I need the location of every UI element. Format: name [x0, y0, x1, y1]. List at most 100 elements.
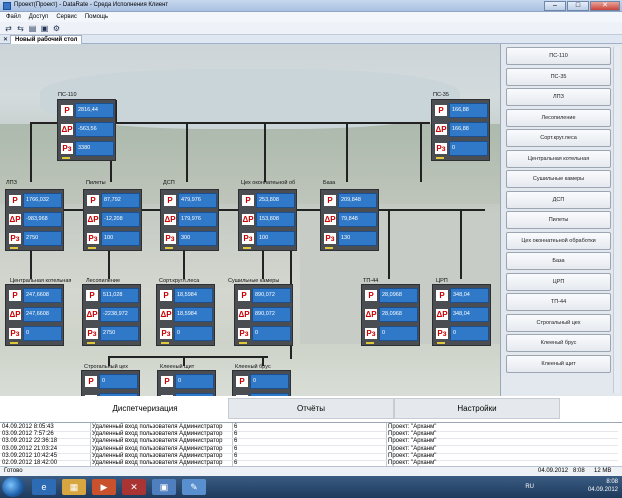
disconnect-icon[interactable]: ⇆: [16, 24, 25, 33]
status-bar-indicator: [436, 157, 444, 159]
menu-file[interactable]: Файл: [6, 12, 21, 22]
tab-reports[interactable]: Отчёты: [228, 398, 394, 419]
meter-panel[interactable]: P 87,792 ΔP -12,208 Pз 100: [83, 189, 142, 251]
status-bar-indicator: [239, 342, 247, 344]
meter-value: 0: [450, 326, 489, 341]
status-bar-indicator: [88, 247, 96, 249]
log-project: Проект: "Арханм": [388, 445, 437, 452]
panel-title: ПС-35: [433, 92, 449, 98]
meter-value: -2238,972: [100, 307, 139, 322]
status-bar-indicator: [10, 342, 18, 344]
meter-panel[interactable]: P 253,808 ΔP 153,808 Pз 100: [238, 189, 297, 251]
meter-value: 0: [175, 374, 214, 389]
meter-row-p: P 1766,032: [9, 192, 62, 209]
meter-value: 18,5984: [174, 307, 213, 322]
tab-dispatching[interactable]: Диспетчеризация: [62, 398, 228, 419]
tab-new-desktop[interactable]: Новый рабочий стол: [10, 35, 83, 44]
wiring-line: [30, 122, 32, 182]
close-button[interactable]: ✕: [590, 1, 620, 11]
minimize-button[interactable]: –: [544, 1, 566, 11]
desktop-icon[interactable]: ▤: [28, 24, 37, 33]
status-bar-indicator: [165, 247, 173, 249]
log-time: 03.09.2012 7:57:26: [2, 431, 54, 438]
paint-icon[interactable]: ✎: [182, 479, 206, 495]
meter-panel[interactable]: P 209,848 ΔP 79,848 Pз 130: [320, 189, 379, 251]
ie-icon[interactable]: e: [32, 479, 56, 495]
meter-value: 28,0968: [379, 307, 418, 322]
meter-panel[interactable]: P 1766,032 ΔP -983,968 Pз 2750: [5, 189, 64, 251]
meter-row-dp: ΔP -2238,972: [86, 306, 139, 323]
menu-access[interactable]: Доступ: [29, 12, 49, 22]
sidebar-button[interactable]: ПС-110: [506, 47, 611, 65]
maximize-button[interactable]: □: [567, 1, 589, 11]
meter-panel[interactable]: P 247,6608 ΔP 247,6608 Pз 0: [5, 284, 64, 346]
meter-panel[interactable]: P 18,5984 ΔP 18,5984 Pз 0: [156, 284, 215, 346]
meter-label: P: [365, 290, 377, 301]
meter-row-dp: ΔP 247,6608: [9, 306, 62, 323]
sidebar-button[interactable]: Сорт.круг.леса: [506, 129, 611, 147]
menu-help[interactable]: Помощь: [85, 12, 108, 22]
sidebar-button[interactable]: Строгальный цех: [506, 313, 611, 332]
sidebar-button[interactable]: Центральная котельная: [506, 149, 611, 168]
sidebar-button[interactable]: Пилеты: [506, 211, 611, 229]
mnemonic-canvas: ПС-110 P 2816,44 ΔP -563,56 Pз 3380 ПС-35 P 166,8…: [0, 44, 500, 396]
meter-panel[interactable]: P 166,88 ΔP 166,88 Pз 0: [431, 99, 490, 161]
meter-value: 0: [379, 326, 418, 341]
meter-label: ΔP: [365, 309, 377, 320]
sidebar-button[interactable]: Сушильные камеры: [506, 170, 611, 188]
meter-panel[interactable]: P 348,04 ΔP 348,04 Pз 0: [432, 284, 491, 346]
sidebar-button[interactable]: ПС-35: [506, 67, 611, 86]
meter-row-pz: Pз 100: [87, 230, 140, 247]
sidebar-button[interactable]: ТП-44: [506, 293, 611, 311]
meter-value: 0: [250, 374, 289, 389]
meter-label: Pз: [9, 233, 21, 244]
sidebar-button[interactable]: ЛПЗ: [506, 88, 611, 106]
wiring-line: [186, 122, 188, 182]
meter-panel[interactable]: P0ΔP0Pз0: [232, 370, 291, 396]
meter-panel[interactable]: P0ΔP0Pз0: [81, 370, 140, 396]
sidebar-button[interactable]: Цех оконнатеьной обработки: [506, 231, 611, 250]
meter-panel[interactable]: P 28,0968 ΔP 28,0968 Pз 0: [361, 284, 420, 346]
meter-panel[interactable]: P 511,028 ΔP -2238,972 Pз 2750: [82, 284, 141, 346]
sidebar-button[interactable]: Клееный щит: [506, 354, 611, 373]
meter-label: P: [436, 290, 448, 301]
media-player-icon[interactable]: ▶: [92, 479, 116, 495]
meter-panel[interactable]: P 890,072 ΔP 890,072 Pз 0: [234, 284, 293, 346]
language-indicator[interactable]: RU: [525, 483, 534, 491]
meter-value: 153,808: [256, 212, 295, 227]
meter-panel[interactable]: P0ΔP0Pз0: [157, 370, 216, 396]
meter-panel[interactable]: P 2816,44 ΔP -563,56 Pз 3380: [57, 99, 116, 161]
meter-panel[interactable]: P 479,976 ΔP 179,976 Pз 300: [160, 189, 219, 251]
sidebar-button[interactable]: ЦРП: [506, 272, 611, 291]
panel-title: Пилеты: [86, 180, 106, 186]
meter-row-pz: Pз 3380: [61, 140, 114, 157]
app-taskbar-icon[interactable]: ✕: [122, 479, 146, 495]
sidebar-scrollbar[interactable]: [613, 47, 620, 393]
meter-label: Pз: [365, 328, 377, 339]
meter-value: 0: [252, 326, 291, 341]
tab-settings[interactable]: Настройки: [394, 398, 560, 419]
meter-row-p: P 479,976: [164, 192, 217, 209]
meter-label: Pз: [238, 328, 250, 339]
meter-value: 100: [101, 231, 140, 246]
meter-row-p: P 18,5984: [160, 287, 213, 304]
sidebar-button[interactable]: Лесопиление: [506, 108, 611, 127]
meter-value: 0: [449, 141, 488, 156]
meter-value: 890,072: [252, 307, 291, 322]
network-icon[interactable]: ▣: [152, 479, 176, 495]
sidebar-button[interactable]: ДСП: [506, 190, 611, 209]
explorer-icon[interactable]: ▦: [62, 479, 86, 495]
start-button[interactable]: [2, 477, 24, 497]
sidebar-button[interactable]: База: [506, 252, 611, 270]
panel-title: Цех оконнатеьной об: [241, 180, 296, 186]
meter-value: 179,976: [178, 212, 217, 227]
menu-service[interactable]: Сервис: [56, 12, 77, 22]
close-tab-icon[interactable]: ✕: [3, 36, 8, 43]
sidebar-button[interactable]: Клееный брус: [506, 334, 611, 352]
panel-title: База: [323, 180, 336, 186]
meter-row-p: P0: [236, 373, 289, 390]
meter-label: P: [324, 195, 336, 206]
connect-icon[interactable]: ⇄: [4, 24, 13, 33]
settings-icon[interactable]: ⚙: [52, 24, 61, 33]
save-icon[interactable]: ▣: [40, 24, 49, 33]
